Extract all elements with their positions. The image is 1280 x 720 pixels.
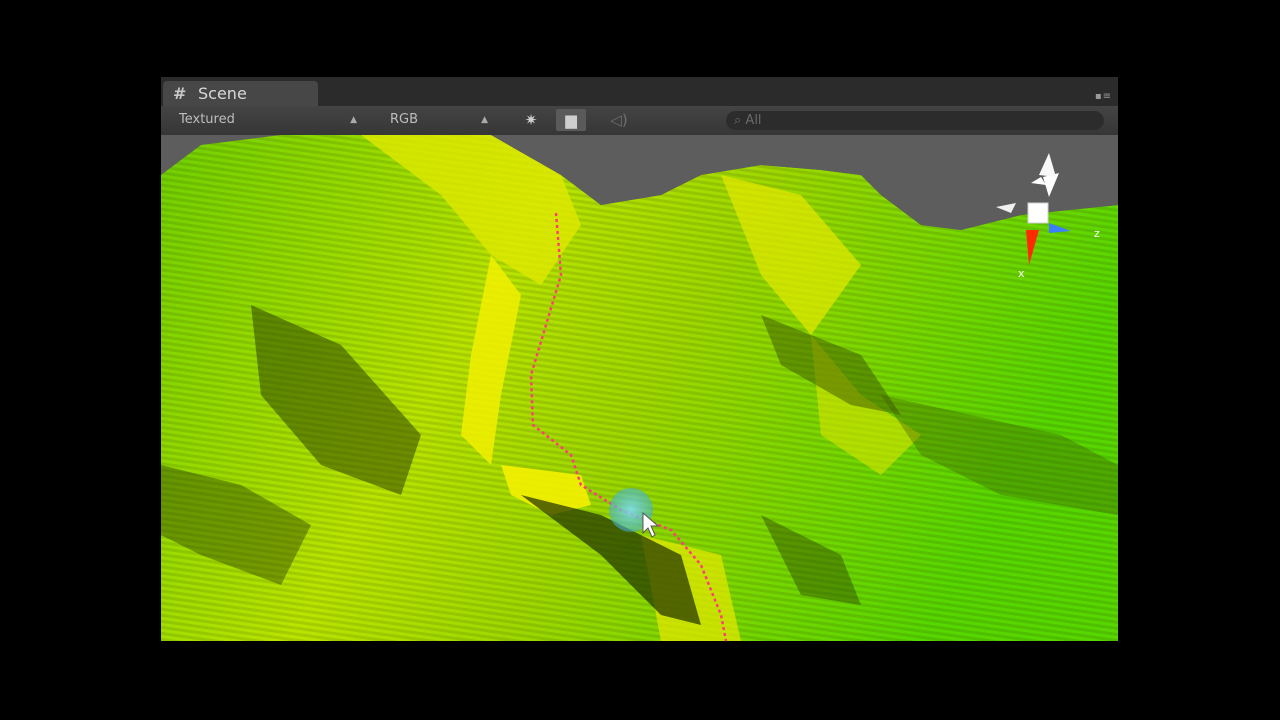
color-mode-value: RGB bbox=[390, 112, 419, 127]
color-mode-dropdown[interactable]: RGB ▲ bbox=[374, 109, 494, 131]
tab-scene-label: Scene bbox=[198, 84, 247, 103]
window-menu-icon[interactable]: ▪≡ bbox=[1095, 91, 1112, 102]
scene-fx-toggle-button[interactable]: ▆ bbox=[556, 109, 586, 131]
sun-icon: ✷ bbox=[524, 111, 538, 129]
gizmo-z-label: z bbox=[1094, 227, 1100, 240]
speaker-icon: ◁) bbox=[610, 111, 628, 129]
chevron-updown-icon: ▲ bbox=[350, 115, 357, 125]
scene-toolbar: Textured ▲ RGB ▲ ✷ ▆ ◁) ⌕ All bbox=[161, 106, 1118, 136]
render-mode-value: Textured bbox=[179, 112, 235, 127]
gizmo-x-label: x bbox=[1018, 267, 1025, 280]
render-mode-dropdown[interactable]: Textured ▲ bbox=[163, 109, 363, 131]
search-placeholder: All bbox=[745, 113, 762, 128]
tab-bar: # Scene ▪≡ bbox=[161, 77, 1118, 106]
search-icon: ⌕ bbox=[734, 113, 746, 128]
tab-scene[interactable]: # Scene bbox=[163, 81, 318, 106]
scene-window: # Scene ▪≡ Textured ▲ RGB ▲ ✷ ▆ ◁) ⌕ All bbox=[161, 77, 1118, 641]
chevron-updown-icon: ▲ bbox=[481, 115, 488, 125]
scene-viewport[interactable]: z x bbox=[161, 135, 1118, 641]
scene-icon: # bbox=[173, 84, 187, 103]
search-input[interactable]: ⌕ All bbox=[726, 111, 1104, 130]
image-icon: ▆ bbox=[565, 111, 577, 129]
lighting-toggle-button[interactable]: ✷ bbox=[516, 109, 546, 131]
terrain-render: z x bbox=[161, 135, 1118, 641]
audio-toggle-button[interactable]: ◁) bbox=[604, 109, 634, 131]
